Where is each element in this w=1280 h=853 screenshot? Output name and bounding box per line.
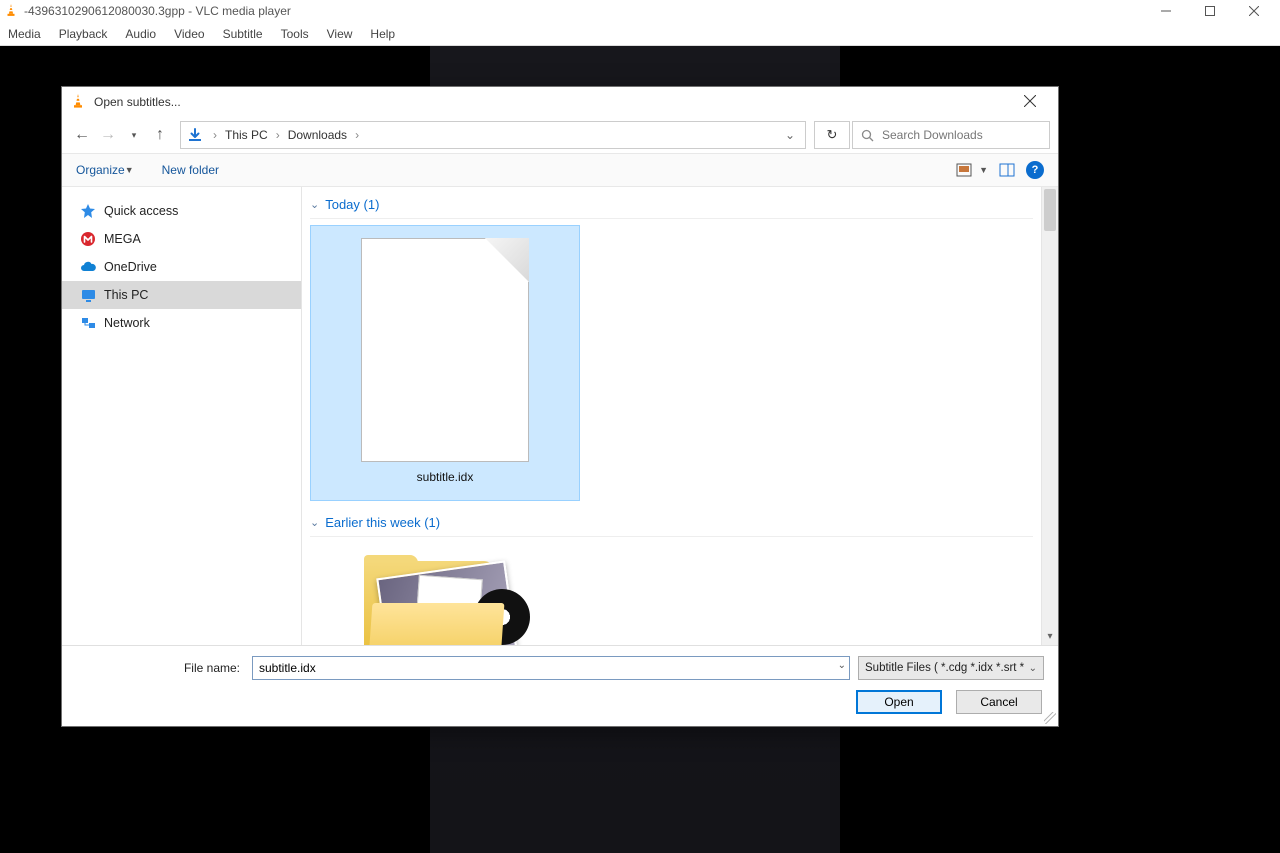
dialog-close-button[interactable] bbox=[1010, 94, 1050, 110]
network-icon bbox=[80, 315, 96, 331]
tree-label: OneDrive bbox=[104, 260, 157, 274]
document-icon bbox=[361, 238, 529, 462]
vlc-window-title: -4396310290612080030.3gpp - VLC media pl… bbox=[24, 4, 1144, 18]
chevron-right-icon: › bbox=[272, 128, 284, 142]
group-today[interactable]: ⌄ Today (1) bbox=[310, 193, 1033, 219]
open-subtitles-dialog: Open subtitles... ← → ▾ ↑ › This PC › Do… bbox=[61, 86, 1059, 727]
monitor-icon bbox=[80, 287, 96, 303]
vlc-menu-bar: Media Playback Audio Video Subtitle Tool… bbox=[0, 22, 1280, 46]
new-folder-button[interactable]: New folder bbox=[162, 163, 219, 177]
tree-quick-access[interactable]: Quick access bbox=[62, 197, 301, 225]
folder-tile[interactable] bbox=[364, 555, 524, 645]
filename-label: File name: bbox=[62, 661, 244, 675]
chevron-down-icon: ⌄ bbox=[310, 198, 319, 211]
search-placeholder: Search Downloads bbox=[882, 128, 983, 142]
menu-view[interactable]: View bbox=[327, 27, 353, 41]
dialog-toolbar: Organize ▼ New folder ▼ ? bbox=[62, 153, 1058, 187]
address-dropdown[interactable]: ⌄ bbox=[781, 128, 799, 142]
tree-onedrive[interactable]: OneDrive bbox=[62, 253, 301, 281]
dialog-title-bar: Open subtitles... bbox=[62, 87, 1058, 117]
file-name: subtitle.idx bbox=[417, 470, 474, 484]
nav-back-button[interactable]: ← bbox=[70, 123, 94, 147]
filetype-label: Subtitle Files ( *.cdg *.idx *.srt * bbox=[865, 662, 1024, 674]
nav-forward-button[interactable]: → bbox=[96, 123, 120, 147]
tree-label: This PC bbox=[104, 288, 148, 302]
chevron-down-icon: ⌄ bbox=[1029, 663, 1037, 674]
filetype-select[interactable]: Subtitle Files ( *.cdg *.idx *.srt * ⌄ bbox=[858, 656, 1044, 680]
star-icon bbox=[80, 203, 96, 219]
file-tile-subtitle-idx[interactable]: subtitle.idx bbox=[310, 225, 580, 501]
vlc-cone-icon bbox=[70, 94, 86, 110]
refresh-button[interactable]: ↻ bbox=[814, 121, 850, 149]
mega-icon bbox=[80, 231, 96, 247]
tree-label: Network bbox=[104, 316, 150, 330]
menu-help[interactable]: Help bbox=[370, 27, 395, 41]
organize-label: Organize bbox=[76, 163, 125, 177]
address-bar[interactable]: › This PC › Downloads › ⌄ bbox=[180, 121, 806, 149]
vlc-title-bar: -4396310290612080030.3gpp - VLC media pl… bbox=[0, 0, 1280, 22]
maximize-button[interactable] bbox=[1188, 5, 1232, 17]
group-label: Today (1) bbox=[325, 197, 379, 212]
search-box[interactable]: Search Downloads bbox=[852, 121, 1050, 149]
tree-mega[interactable]: MEGA bbox=[62, 225, 301, 253]
navigation-tree: Quick access MEGA OneDrive This PC Netwo… bbox=[62, 187, 302, 645]
dialog-footer: File name: ⌄ Subtitle Files ( *.cdg *.id… bbox=[62, 645, 1058, 726]
breadcrumb-folder[interactable]: Downloads bbox=[288, 128, 347, 142]
chevron-right-icon: › bbox=[351, 128, 363, 142]
chevron-down-icon[interactable]: ▼ bbox=[979, 165, 988, 175]
scrollbar-thumb[interactable] bbox=[1044, 189, 1056, 231]
open-button[interactable]: Open bbox=[856, 690, 942, 714]
file-pane: ⌄ Today (1) subtitle.idx ⌄ E bbox=[302, 187, 1058, 645]
menu-video[interactable]: Video bbox=[174, 27, 204, 41]
scrollbar-down-button[interactable]: ▾ bbox=[1042, 628, 1058, 645]
help-button[interactable]: ? bbox=[1026, 161, 1044, 179]
filename-dropdown[interactable]: ⌄ bbox=[838, 660, 846, 671]
dialog-nav-row: ← → ▾ ↑ › This PC › Downloads › ⌄ ↻ Sear… bbox=[62, 117, 1058, 153]
filename-input[interactable] bbox=[252, 656, 850, 680]
tree-label: Quick access bbox=[104, 204, 178, 218]
menu-media[interactable]: Media bbox=[8, 27, 41, 41]
group-label: Earlier this week (1) bbox=[325, 515, 440, 530]
search-icon bbox=[861, 129, 874, 142]
scrollbar[interactable]: ▾ bbox=[1041, 187, 1058, 645]
dialog-title: Open subtitles... bbox=[94, 95, 181, 109]
tree-network[interactable]: Network bbox=[62, 309, 301, 337]
cloud-icon bbox=[80, 259, 96, 275]
cancel-button[interactable]: Cancel bbox=[956, 690, 1042, 714]
preview-pane-button[interactable] bbox=[998, 161, 1016, 179]
minimize-button[interactable] bbox=[1144, 5, 1188, 17]
tree-this-pc[interactable]: This PC bbox=[62, 281, 301, 309]
menu-audio[interactable]: Audio bbox=[125, 27, 156, 41]
menu-playback[interactable]: Playback bbox=[59, 27, 108, 41]
chevron-right-icon: › bbox=[209, 128, 221, 142]
nav-up-button[interactable]: ↑ bbox=[148, 123, 172, 147]
dialog-body: Quick access MEGA OneDrive This PC Netwo… bbox=[62, 187, 1058, 645]
organize-button[interactable]: Organize ▼ bbox=[76, 163, 134, 177]
downloads-folder-icon bbox=[187, 127, 203, 143]
chevron-down-icon: ⌄ bbox=[310, 516, 319, 529]
chevron-down-icon: ▼ bbox=[125, 165, 134, 175]
close-button[interactable] bbox=[1232, 5, 1276, 17]
view-options-button[interactable] bbox=[955, 161, 973, 179]
breadcrumb-root[interactable]: This PC bbox=[225, 128, 268, 142]
menu-tools[interactable]: Tools bbox=[281, 27, 309, 41]
nav-recent-dropdown[interactable]: ▾ bbox=[122, 123, 146, 147]
menu-subtitle[interactable]: Subtitle bbox=[223, 27, 263, 41]
vlc-cone-icon bbox=[4, 4, 18, 18]
group-earlier[interactable]: ⌄ Earlier this week (1) bbox=[310, 511, 1033, 537]
tree-label: MEGA bbox=[104, 232, 141, 246]
resize-grip[interactable] bbox=[1044, 712, 1056, 724]
